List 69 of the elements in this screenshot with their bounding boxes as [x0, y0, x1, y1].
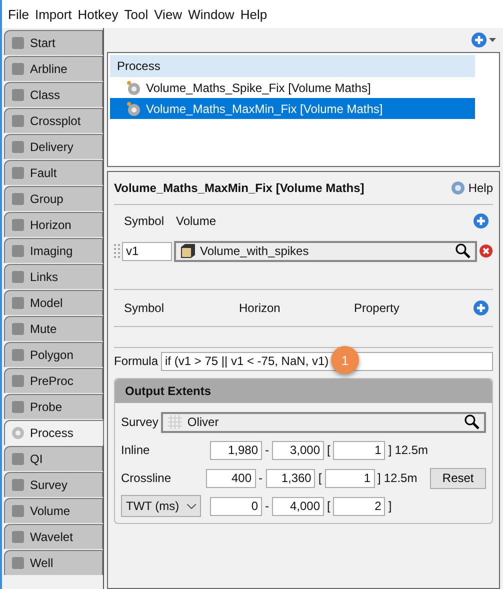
dash: -: [258, 471, 263, 485]
menu-item[interactable]: Import: [32, 6, 75, 22]
bracket: ]: [388, 443, 392, 457]
sidebar-tab[interactable]: Mute: [4, 316, 103, 341]
sidebar-tab[interactable]: PreProc: [4, 368, 103, 393]
bracket: [: [318, 471, 322, 485]
field-label: Inline: [121, 443, 151, 457]
sidebar-tab[interactable]: QI: [4, 446, 103, 471]
sidebar-tab[interactable]: Arbline: [4, 56, 103, 81]
help-link[interactable]: Help: [468, 181, 493, 195]
menu-item[interactable]: View: [151, 6, 186, 22]
menu-item[interactable]: Window: [185, 6, 238, 22]
sidebar-tab[interactable]: Start: [4, 30, 103, 55]
bracket: [: [327, 499, 330, 513]
section-header: Output Extents: [115, 379, 492, 403]
list-item[interactable]: Volume_Maths_Spike_Fix [Volume Maths]: [110, 77, 475, 98]
number-field[interactable]: 3,000: [272, 440, 324, 460]
bracket: [: [327, 443, 330, 457]
sidebar-tab[interactable]: Group: [4, 186, 103, 211]
number-field[interactable]: 0: [210, 496, 262, 516]
sidebar-tab[interactable]: Survey: [4, 472, 103, 497]
dash: -: [265, 443, 269, 457]
sidebar-tab[interactable]: Delivery: [4, 134, 103, 159]
number-field[interactable]: 1: [333, 440, 386, 460]
menu-item[interactable]: Hotkey: [74, 6, 122, 22]
column-header: Property: [354, 301, 400, 315]
sidebar-tab[interactable]: Process: [4, 420, 104, 445]
sidebar-tab[interactable]: Probe: [4, 394, 103, 419]
sidebar-tab[interactable]: Imaging: [4, 238, 103, 263]
column-header: Volume: [176, 214, 218, 228]
callout-badge: 1: [331, 346, 359, 374]
panel-title: Volume_Maths_MaxMin_Fix [Volume Maths]: [114, 181, 364, 195]
symbol-field[interactable]: v1: [122, 242, 172, 260]
number-field[interactable]: 2: [333, 496, 386, 516]
menu-item[interactable]: Tool: [121, 6, 152, 22]
number-field[interactable]: 400: [206, 468, 256, 488]
number-field[interactable]: 1,980: [210, 440, 262, 460]
sidebar-tab[interactable]: Crossplot: [4, 108, 103, 133]
sidebar-tab[interactable]: Well: [4, 550, 103, 575]
sidebar-tab[interactable]: Model: [4, 290, 103, 315]
reset-button[interactable]: Reset: [430, 468, 486, 488]
domain-dropdown[interactable]: TWT (ms): [121, 495, 201, 517]
sidebar-tab[interactable]: Polygon: [4, 342, 103, 367]
sidebar-tab[interactable]: Class: [4, 82, 103, 107]
list-item[interactable]: Volume_Maths_MaxMin_Fix [Volume Maths]: [110, 98, 475, 119]
menu-item[interactable]: File: [5, 6, 32, 22]
unit-label: 12.5m: [394, 443, 428, 457]
number-field[interactable]: 4,000: [272, 496, 324, 516]
number-field[interactable]: 1: [324, 468, 374, 488]
sidebar-tab[interactable]: Wavelet: [4, 524, 103, 549]
sidebar-tab[interactable]: Volume: [4, 498, 103, 523]
column-header: Process: [110, 55, 475, 77]
menu-item[interactable]: Help: [237, 6, 270, 22]
dash: -: [265, 499, 269, 513]
unit-label: 12.5m: [384, 471, 418, 485]
column-header: Symbol: [124, 214, 166, 228]
volume-picker[interactable]: Volume_with_spikes: [174, 240, 477, 262]
column-header: Symbol: [124, 301, 166, 315]
survey-picker[interactable]: Oliver: [161, 412, 486, 432]
bracket: ]: [378, 471, 381, 485]
sidebar-tab[interactable]: Links: [4, 264, 103, 289]
sidebar-tab[interactable]: Fault: [4, 160, 103, 185]
field-label: Formula: [114, 354, 158, 368]
sidebar-tab[interactable]: Horizon: [4, 212, 103, 237]
field-label: Crossline: [121, 471, 172, 485]
bracket: ]: [388, 499, 392, 513]
field-label: Survey: [121, 415, 158, 429]
column-header: Horizon: [239, 301, 282, 315]
number-field[interactable]: 1,360: [266, 468, 316, 488]
